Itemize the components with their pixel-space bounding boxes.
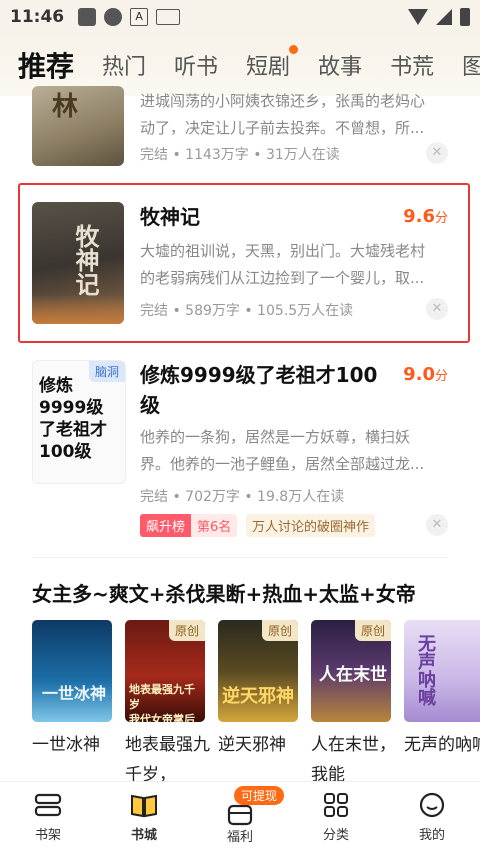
signal-icon [436,9,452,25]
book-item[interactable]: 修炼9999级了老祖才100级 脑洞 修炼9999级了老祖才100 级 9.0分… [0,350,480,550]
nav-label: 书架 [34,828,61,843]
book-card-title: 一世冰神 [32,735,100,755]
status-bar: 11:46 A [0,0,480,34]
close-icon[interactable]: ✕ [426,142,448,164]
rank-tag[interactable]: 飙升榜 第6名 [140,514,238,537]
notification-icon: A [130,8,149,26]
book-cover: 原创 逆天邪神 [218,620,298,722]
selection-highlight [18,183,470,343]
tab-story[interactable]: 故事 [318,49,362,81]
section-divider [32,557,448,558]
original-badge: 原创 [168,620,205,641]
book-meta: 完结 • 1143万字 • 31万人在读 [140,147,340,163]
original-badge: 原创 [354,620,391,641]
book-card[interactable]: 一世冰神 一世冰神 [32,620,112,760]
wifi-icon [408,9,428,25]
book-cover: 修炼9999级了老祖才100级 脑洞 [32,360,126,484]
book-score: 9.0分 [403,364,448,385]
rank-position: 第6名 [191,514,238,537]
book-item[interactable]: 林 进城闯荡的小阿姨衣锦还乡，张禹的老妈心 动了，决定让儿子前去投奔。不曾想，所… [0,86,480,176]
nav-label: 分类 [322,828,349,843]
notification-icon [104,8,123,26]
book-card[interactable]: 原创 人在末世 人在末世，我能 [311,620,396,790]
nav-welfare[interactable]: 可提现 福利 [192,782,288,854]
book-description: 进城闯荡的小阿姨衣锦还乡，张禹的老妈心 动了，决定让儿子前去投奔。不曾想，所..… [140,92,426,137]
nav-label: 书城 [130,828,157,843]
book-cover: 林 [32,86,124,166]
cover-title: 修炼9999级了老祖才100级 [39,376,107,462]
book-description: 他养的一条狗，居然是一方妖尊，横扫妖 界。他养的一池子鲤鱼，居然全部越过龙... [140,428,425,473]
book-cover: 原创 地表最强九千岁我代女帝掌后宫 [125,620,205,722]
book-meta: 完结 • 702万字 • 19.8万人在读 [140,489,345,505]
rank-list-label: 飙升榜 [140,514,192,537]
book-title: 修炼9999级了老祖才100 级 [140,363,378,417]
bottom-nav: 书架 书城 可提现 福利 分类 我的 [0,781,480,854]
status-time: 11:46 [10,7,65,27]
nav-bookstore[interactable]: 书城 [96,782,192,854]
bookstore-icon [131,794,157,818]
book-card[interactable]: 原创 地表最强九千岁我代女帝掌后宫 地表最强九千岁， [125,620,210,790]
close-icon[interactable]: ✕ [426,514,448,536]
keyboard-icon [156,9,181,25]
nav-category[interactable]: 分类 [288,782,384,854]
nav-label: 我的 [418,828,445,843]
cover-genre-badge: 脑洞 [88,361,125,382]
recommend-tag: 万人讨论的破圈神作 [246,514,376,537]
profile-icon [419,792,445,818]
nav-bookshelf[interactable]: 书架 [0,782,96,854]
notification-icon [78,8,97,26]
nav-profile[interactable]: 我的 [384,782,480,854]
original-badge: 原创 [261,620,298,641]
book-cover: 原创 人在末世 [311,620,391,722]
book-card-title: 逆天邪神 [218,735,286,755]
book-cover: 一世冰神 [32,620,112,722]
book-card[interactable]: 原创 逆天邪神 逆天邪神 [218,620,298,760]
tab-books[interactable]: 图书 [462,49,480,81]
tab-audiobook[interactable]: 听书 [174,49,218,81]
tab-hot[interactable]: 热门 [102,49,146,81]
withdraw-badge: 可提现 [234,786,285,805]
bookshelf-icon [34,793,62,817]
new-dot-badge [289,45,299,54]
nav-label: 福利 [226,830,253,845]
book-cover: 无声呐喊 [404,620,480,722]
tab-book-shortage[interactable]: 书荒 [390,49,434,81]
book-card[interactable]: 无声呐喊 无声的吶喊 [404,620,480,760]
category-icon [324,793,348,817]
section-title: 女主多~爽文+杀伐果断+热血+太监+女帝 [32,582,416,606]
battery-icon [460,8,470,26]
book-card-title: 无声的吶喊 [404,735,480,755]
tab-short-drama[interactable]: 短剧 [246,45,299,81]
tab-recommend[interactable]: 推荐 [14,45,74,85]
